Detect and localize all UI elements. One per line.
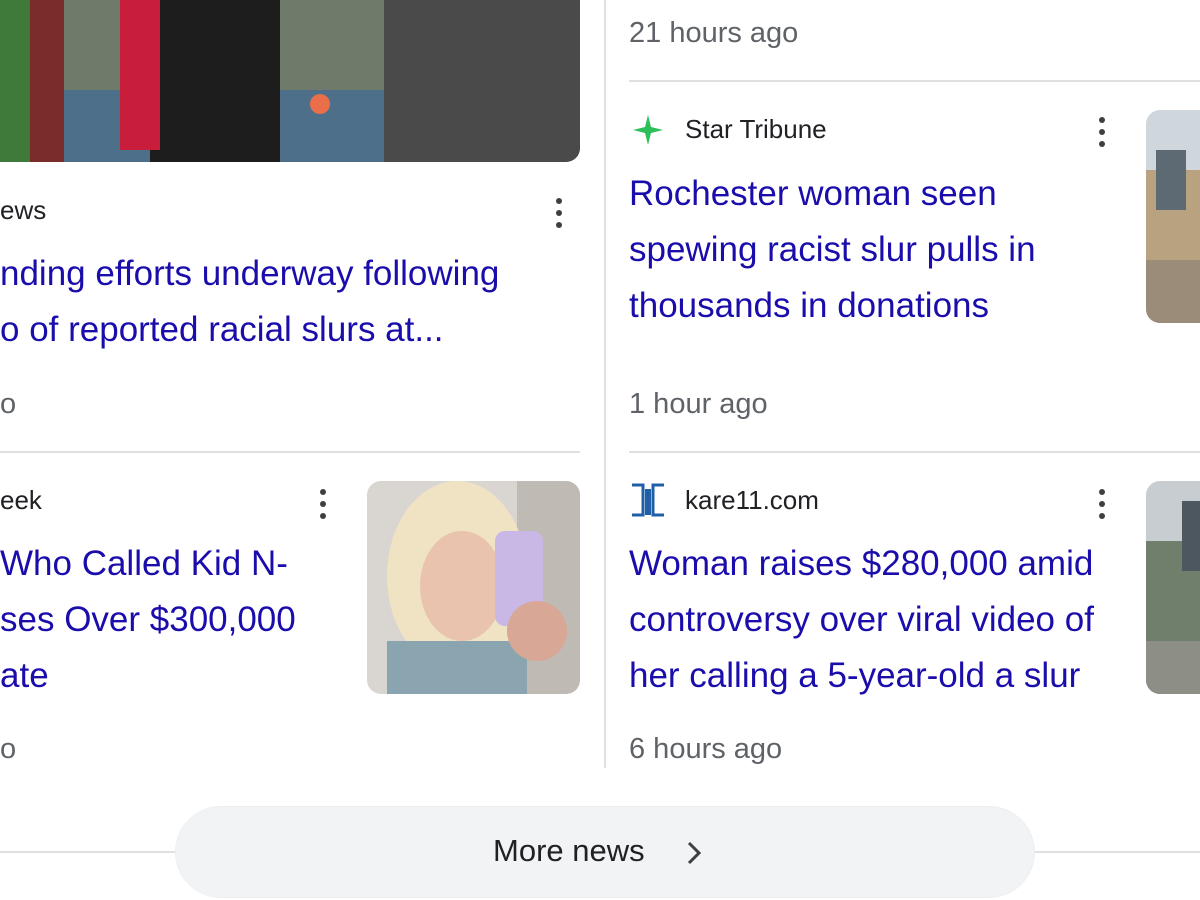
divider bbox=[1030, 851, 1200, 853]
playground-photo bbox=[0, 0, 580, 162]
star-tribune-logo-icon bbox=[631, 113, 665, 147]
column-divider bbox=[604, 0, 606, 768]
article-time: 1 hour ago bbox=[629, 388, 768, 420]
more-options-icon[interactable] bbox=[556, 198, 562, 228]
article-time: 6 hours ago bbox=[629, 733, 783, 765]
more-options-icon[interactable] bbox=[320, 489, 326, 519]
article-source: ews bbox=[0, 195, 47, 225]
article-headline[interactable]: Who Called Kid N- ses Over $300,000 ate bbox=[0, 536, 345, 704]
headline-line: o of reported racial slurs at... bbox=[0, 310, 444, 349]
divider bbox=[0, 851, 180, 853]
kare11-logo-icon bbox=[629, 481, 667, 519]
divider bbox=[0, 451, 580, 453]
headline-line: ate bbox=[0, 656, 49, 695]
more-options-icon[interactable] bbox=[1099, 117, 1105, 147]
chevron-right-icon bbox=[684, 839, 704, 867]
article-thumbnail[interactable] bbox=[367, 481, 580, 694]
article-headline[interactable]: Woman raises $280,000 amid controversy o… bbox=[629, 536, 1139, 704]
headline-line: thousands in donations bbox=[629, 286, 989, 325]
headline-line: her calling a 5-year-old a slur bbox=[629, 656, 1081, 695]
more-news-label: More news bbox=[493, 833, 645, 868]
headline-line: ses Over $300,000 bbox=[0, 600, 296, 639]
headline-line: controversy over viral video of bbox=[629, 600, 1094, 639]
article-time: o bbox=[0, 388, 17, 420]
article-source: Star Tribune bbox=[685, 114, 827, 144]
article-time: 21 hours ago bbox=[629, 17, 799, 49]
headline-line: spewing racist slur pulls in bbox=[629, 230, 1036, 269]
article-headline[interactable]: Rochester woman seen spewing racist slur… bbox=[629, 166, 1129, 334]
city-photo bbox=[1146, 110, 1200, 323]
divider bbox=[629, 80, 1200, 82]
article-time: o bbox=[0, 733, 17, 765]
more-news-button[interactable]: More news bbox=[175, 806, 1035, 898]
headline-line: nding efforts underway following bbox=[0, 254, 500, 293]
headline-line: Who Called Kid N- bbox=[0, 544, 288, 583]
article-headline[interactable]: nding efforts underway following o of re… bbox=[0, 246, 580, 358]
headline-line: Rochester woman seen bbox=[629, 174, 997, 213]
aerial-photo bbox=[1146, 481, 1200, 694]
article-source: kare11.com bbox=[685, 485, 819, 515]
divider bbox=[629, 451, 1200, 453]
more-options-icon[interactable] bbox=[1099, 489, 1105, 519]
selfie-photo bbox=[367, 481, 580, 694]
article-source: eek bbox=[0, 485, 42, 515]
article-thumbnail[interactable] bbox=[1146, 481, 1200, 694]
headline-line: Woman raises $280,000 amid bbox=[629, 544, 1094, 583]
article-image-playground[interactable] bbox=[0, 0, 580, 162]
article-thumbnail[interactable] bbox=[1146, 110, 1200, 323]
